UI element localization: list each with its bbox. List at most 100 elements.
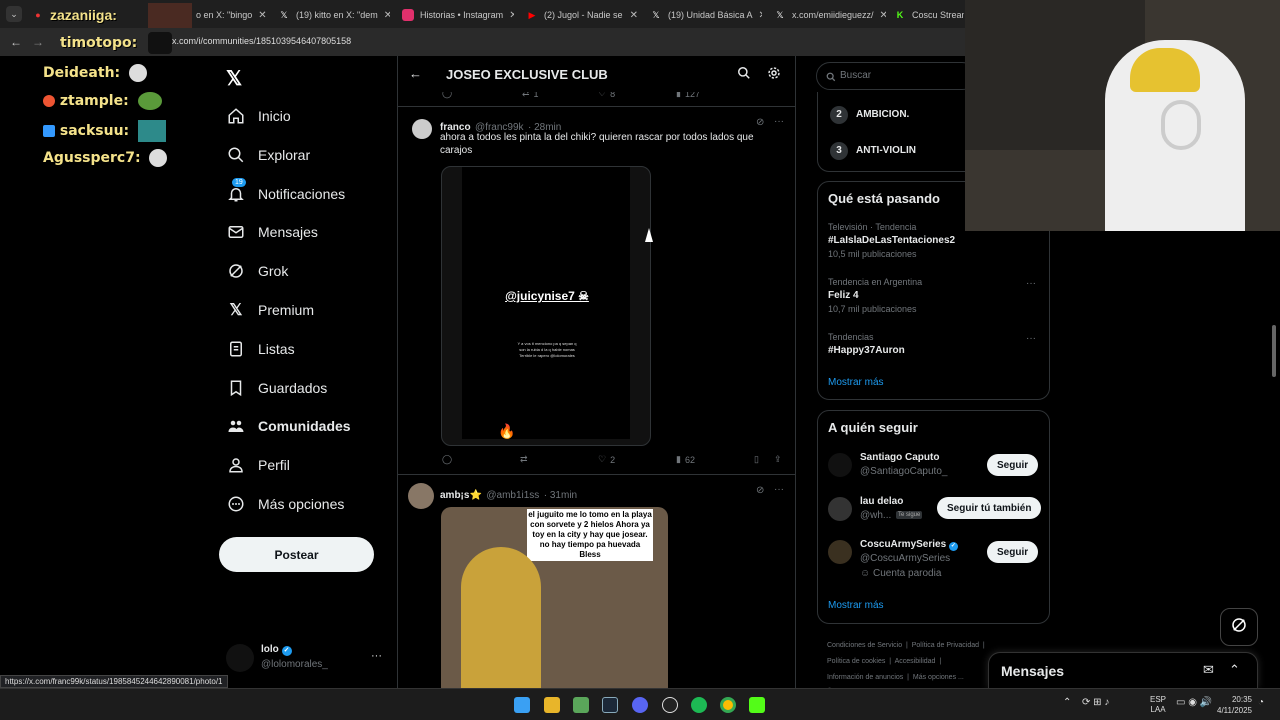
share-icon[interactable]: ⇪ (774, 454, 782, 465)
tab-6[interactable]: 𝕏 (19) Unidad Básica A ✕ (650, 4, 762, 26)
follow-button[interactable]: Seguir (987, 541, 1039, 563)
nav-item-premium[interactable]: 𝕏 Premium (226, 295, 314, 325)
view-count[interactable]: ▮ 62 (676, 454, 695, 465)
more-dots-icon[interactable]: ··· (774, 484, 784, 495)
network-volume-icons[interactable]: ▭ ◉ 🔊 (1176, 697, 1212, 708)
nav-item-grok[interactable]: Grok (226, 256, 288, 286)
back-arrow-icon[interactable]: ← (409, 66, 422, 81)
messages-drawer[interactable]: Mensajes ✉ ⌃ (988, 652, 1258, 688)
app-icon[interactable] (573, 697, 589, 713)
tweet-image[interactable]: el juguito me lo tomo en la playa con so… (441, 507, 668, 688)
tab-3[interactable]: 𝕏 (19) kitto en X: "dem ✕ (278, 4, 390, 26)
footer-link[interactable]: Accesibilidad (895, 658, 936, 665)
tweet-author[interactable]: amb¡s⭐ (440, 490, 482, 501)
tab-close-icon[interactable]: ✕ (258, 10, 266, 21)
tray-chevron-icon[interactable]: ⌃ (1063, 697, 1071, 708)
post-button[interactable]: Postear (219, 537, 374, 572)
language-indicator[interactable]: ESP LAA (1150, 695, 1166, 715)
more-dots-icon[interactable]: ··· (774, 116, 784, 127)
obs-icon[interactable] (662, 697, 678, 713)
tab-search-dropdown[interactable]: ⌄ (6, 6, 22, 22)
tab-5[interactable]: ▶ (2) Jugol - Nadie se ✕ (526, 4, 638, 26)
notification-bell-icon[interactable]: ◔ (1258, 697, 1264, 708)
topic-item[interactable]: 2 AMBICION. (830, 106, 909, 124)
grok-icon[interactable]: ⊘ (756, 485, 764, 496)
search-input[interactable]: Buscar (840, 70, 871, 81)
chat-user-name: ztample: (59, 93, 129, 109)
tweet-ambis[interactable]: amb¡s⭐ @amb1i1ss · 31min ⊘ ··· el juguit… (398, 475, 795, 688)
windows-start-icon[interactable] (514, 697, 530, 713)
chevron-up-icon[interactable]: ⌃ (1229, 662, 1240, 678)
steam-icon[interactable] (602, 697, 618, 713)
nav-item-mensajes[interactable]: Mensajes (226, 217, 318, 247)
nav-item-comunidades[interactable]: Comunidades (226, 411, 351, 441)
file-explorer-icon[interactable] (544, 697, 560, 713)
tweet-time[interactable]: · 31min (544, 490, 577, 501)
image-mention: @juicynise7 ☠ (505, 289, 589, 303)
chrome-icon[interactable] (720, 697, 736, 713)
grok-icon[interactable]: ⊘ (756, 117, 764, 128)
grok-float-button[interactable] (1220, 608, 1258, 646)
footer-link[interactable]: Condiciones de Servicio (827, 642, 902, 649)
account-switcher[interactable]: lolo ✓ @lolomorales_ ··· (226, 640, 386, 676)
tab-8[interactable]: K Coscu Stream - (894, 4, 964, 26)
more-dots-icon[interactable]: ··· (371, 650, 382, 662)
bookmark-icon[interactable]: ▯ (754, 454, 759, 465)
nav-item-perfil[interactable]: Perfil (226, 450, 290, 480)
nav-item-notificaciones[interactable]: 19 Notificaciones (226, 178, 345, 209)
back-arrow-icon[interactable]: ← (10, 35, 22, 49)
discord-icon[interactable] (632, 697, 648, 713)
like-count[interactable]: ♡ 2 (598, 454, 615, 465)
more-dots-icon[interactable]: ··· (1026, 333, 1036, 344)
tab-close-icon[interactable]: ✕ (630, 10, 638, 21)
like-count[interactable]: ♡ 8 (598, 92, 615, 99)
tab-7[interactable]: 𝕏 x.com/emiidieguezz/ ✕ (774, 4, 886, 26)
search-icon (226, 145, 246, 165)
retweet-icon[interactable]: ⇄ (520, 454, 528, 465)
tab-close-icon[interactable]: ✕ (509, 10, 514, 21)
show-more-link[interactable]: Mostrar más (828, 377, 884, 388)
search-box[interactable]: Buscar (816, 62, 976, 90)
clock[interactable]: 20:35 4/11/2025 (1210, 694, 1252, 716)
tweet-handle[interactable]: @amb1i1ss (486, 490, 539, 501)
forward-arrow-icon[interactable]: → (32, 35, 44, 49)
kick-icon[interactable] (749, 697, 765, 713)
topic-item[interactable]: 3 ANTI-VIOLIN (830, 142, 916, 160)
page-scrollbar[interactable] (1272, 325, 1276, 377)
footer-link[interactable]: Más opciones ... (913, 674, 964, 681)
retweet-count[interactable]: ⇄ 1 (522, 92, 539, 99)
trend-item[interactable]: Tendencia en Argentina Feliz 4 10,7 mil … (828, 277, 1040, 314)
new-message-icon[interactable]: ✉ (1203, 662, 1214, 678)
nav-item-mas-opciones[interactable]: Más opciones (226, 489, 344, 519)
settings-gear-icon[interactable] (767, 66, 781, 85)
x-logo-icon[interactable]: 𝕏 (226, 66, 242, 91)
nav-item-explorar[interactable]: Explorar (226, 140, 310, 170)
reply-icon[interactable]: ◯ (442, 92, 452, 99)
verified-icon: ✓ (281, 646, 292, 656)
reply-icon[interactable]: ◯ (442, 454, 452, 465)
tweet-image[interactable]: @juicynise7 ☠ Y a vos ti menciono pa q s… (441, 166, 651, 446)
nav-item-guardados[interactable]: Guardados (226, 373, 327, 403)
follow-button[interactable]: Seguir (987, 454, 1039, 476)
nav-item-listas[interactable]: Listas (226, 334, 295, 364)
footer-link[interactable]: Política de Privacidad (912, 642, 979, 649)
url-input[interactable]: x.com/i/communities/1851039546407805158 (172, 36, 351, 46)
tray-icons[interactable]: ⟳ ⊞ ♪ (1082, 697, 1109, 708)
nav-label: Guardados (258, 380, 328, 396)
view-count[interactable]: ▮ 127 (676, 92, 700, 99)
tab-2[interactable]: o en X: "bingo ✕ (196, 4, 266, 26)
tweet-franco[interactable]: franco @franc99k · 28min ⊘ ··· ahora a t… (398, 107, 795, 474)
follow-back-button[interactable]: Seguir tú también (937, 497, 1042, 519)
more-dots-icon[interactable]: ··· (1026, 278, 1036, 289)
footer-link[interactable]: Política de cookies (827, 658, 885, 665)
tab-4[interactable]: Historias • Instagram ✕ (402, 4, 514, 26)
trend-item[interactable]: Tendencias #Happy37Auron (828, 332, 1040, 356)
nav-item-inicio[interactable]: Inicio (226, 101, 291, 131)
show-more-link[interactable]: Mostrar más (828, 600, 884, 611)
spotify-icon[interactable] (691, 697, 707, 713)
tab-close-icon[interactable]: ✕ (880, 10, 886, 21)
search-icon[interactable] (737, 66, 751, 85)
tab-close-icon[interactable]: ✕ (759, 10, 762, 21)
tab-close-icon[interactable]: ✕ (384, 10, 390, 21)
footer-link[interactable]: Información de anuncios (827, 674, 903, 681)
